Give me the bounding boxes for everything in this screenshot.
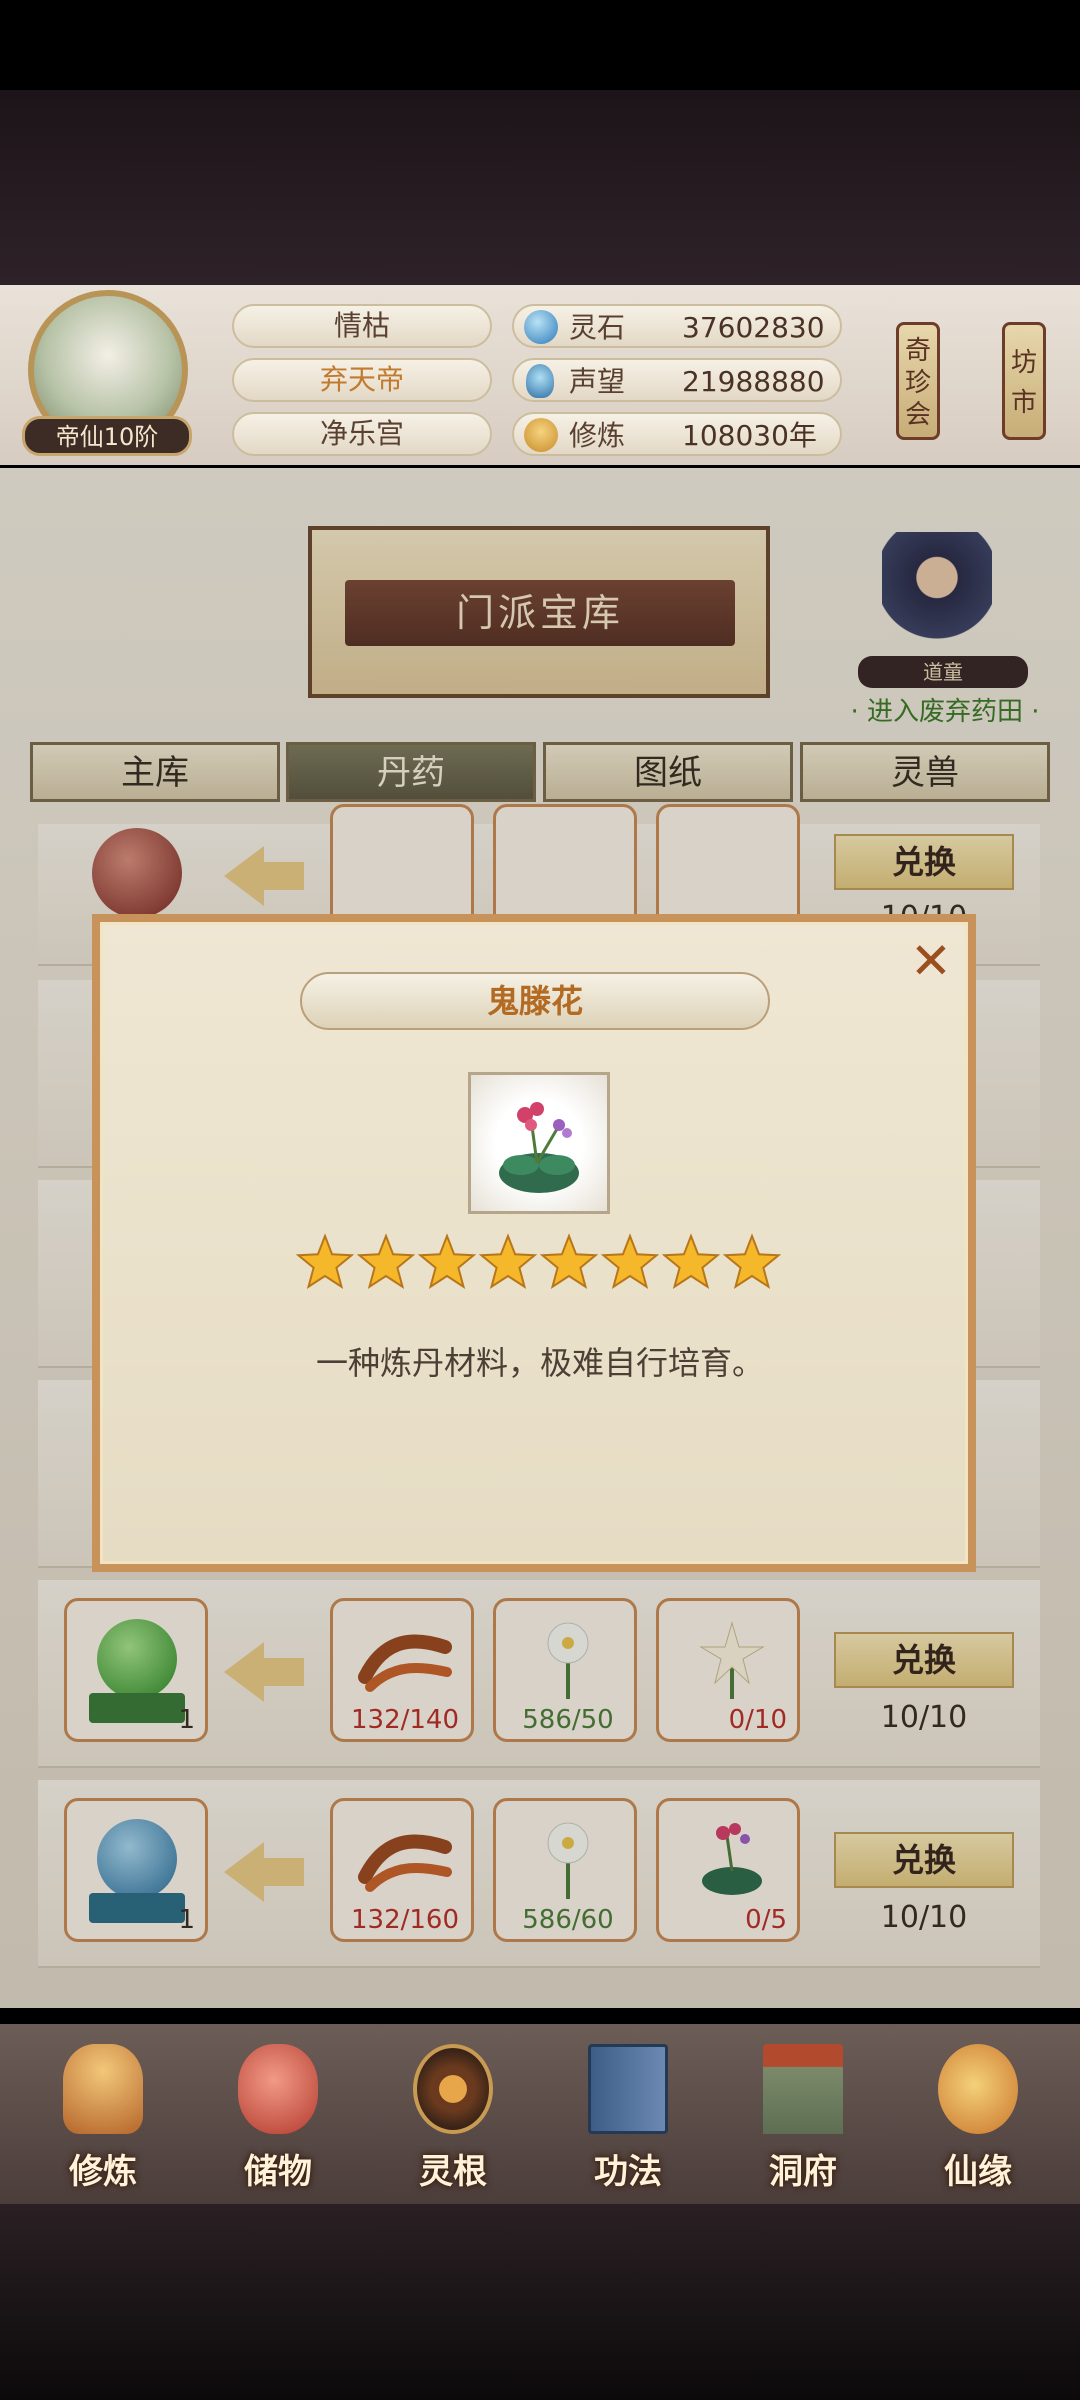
pavilion-icon [763,2044,843,2134]
stat-spirit-stone: 灵石 37602830 [512,304,842,348]
stat-reputation: 声望 21988880 [512,358,842,402]
player-title: 弃天帝 [232,358,492,402]
stat-label: 灵石 [569,311,626,344]
cultivator-icon [63,2044,143,2134]
modal-title: 鬼滕花 [486,982,583,1020]
star-icon [539,1233,599,1289]
item-description: 一种炼丹材料，极难自行培育。 [315,1344,764,1382]
nav-label: 仙缘 [944,2152,1012,2192]
spirit-stone-icon [524,310,558,344]
close-icon[interactable]: ✕ [904,934,958,988]
gourd-icon [938,2044,1018,2134]
star-icon [661,1233,721,1289]
nav-label: 洞府 [769,2152,837,2192]
spirit-root-icon [413,2044,493,2134]
star-icon [356,1233,416,1289]
nav-label: 储物 [244,2152,312,2192]
stat-cultivation: 修炼 108030年 [512,412,842,456]
item-preview [468,1072,610,1214]
nav-label: 修炼 [69,2152,137,2192]
player-sect: 净乐宫 [232,412,492,456]
star-rating [296,1233,782,1289]
ghost-vine-flower-icon [499,1102,579,1193]
scene-backdrop [0,90,1080,285]
nav-storage[interactable]: 储物 [203,2024,353,2204]
lantern-label: 奇珍会 [904,336,931,430]
reputation-icon [526,364,554,398]
lantern-label: 坊市 [1010,348,1037,418]
status-bar-area [0,0,1080,90]
stat-value: 21988880 [682,365,825,398]
nav-techniques[interactable]: 功法 [553,2024,703,2204]
star-icon [296,1233,355,1289]
pouch-icon [238,2044,318,2134]
star-icon [417,1233,477,1289]
player-rank: 帝仙10阶 [22,416,192,456]
nav-label: 灵根 [419,2152,487,2192]
star-icon [478,1233,538,1289]
treasure-fair-lantern[interactable]: 奇珍会 [896,322,940,440]
nav-spirit-root[interactable]: 灵根 [378,2024,528,2204]
scene-footer [0,2204,1080,2400]
star-icon [722,1233,782,1289]
stat-label: 修炼 [569,419,626,452]
market-lantern[interactable]: 坊市 [1002,322,1046,440]
stat-value: 108030年 [682,419,817,452]
star-icon [600,1233,660,1289]
nav-fortune[interactable]: 仙缘 [903,2024,1053,2204]
book-icon [588,2044,668,2134]
stat-label: 声望 [569,365,626,398]
player-name: 情枯 [232,304,492,348]
nav-cultivate[interactable]: 修炼 [28,2024,178,2204]
stat-value: 37602830 [682,311,825,344]
nav-label: 功法 [594,2152,662,2192]
nav-cave-dwelling[interactable]: 洞府 [728,2024,878,2204]
cultivation-icon [524,418,558,452]
